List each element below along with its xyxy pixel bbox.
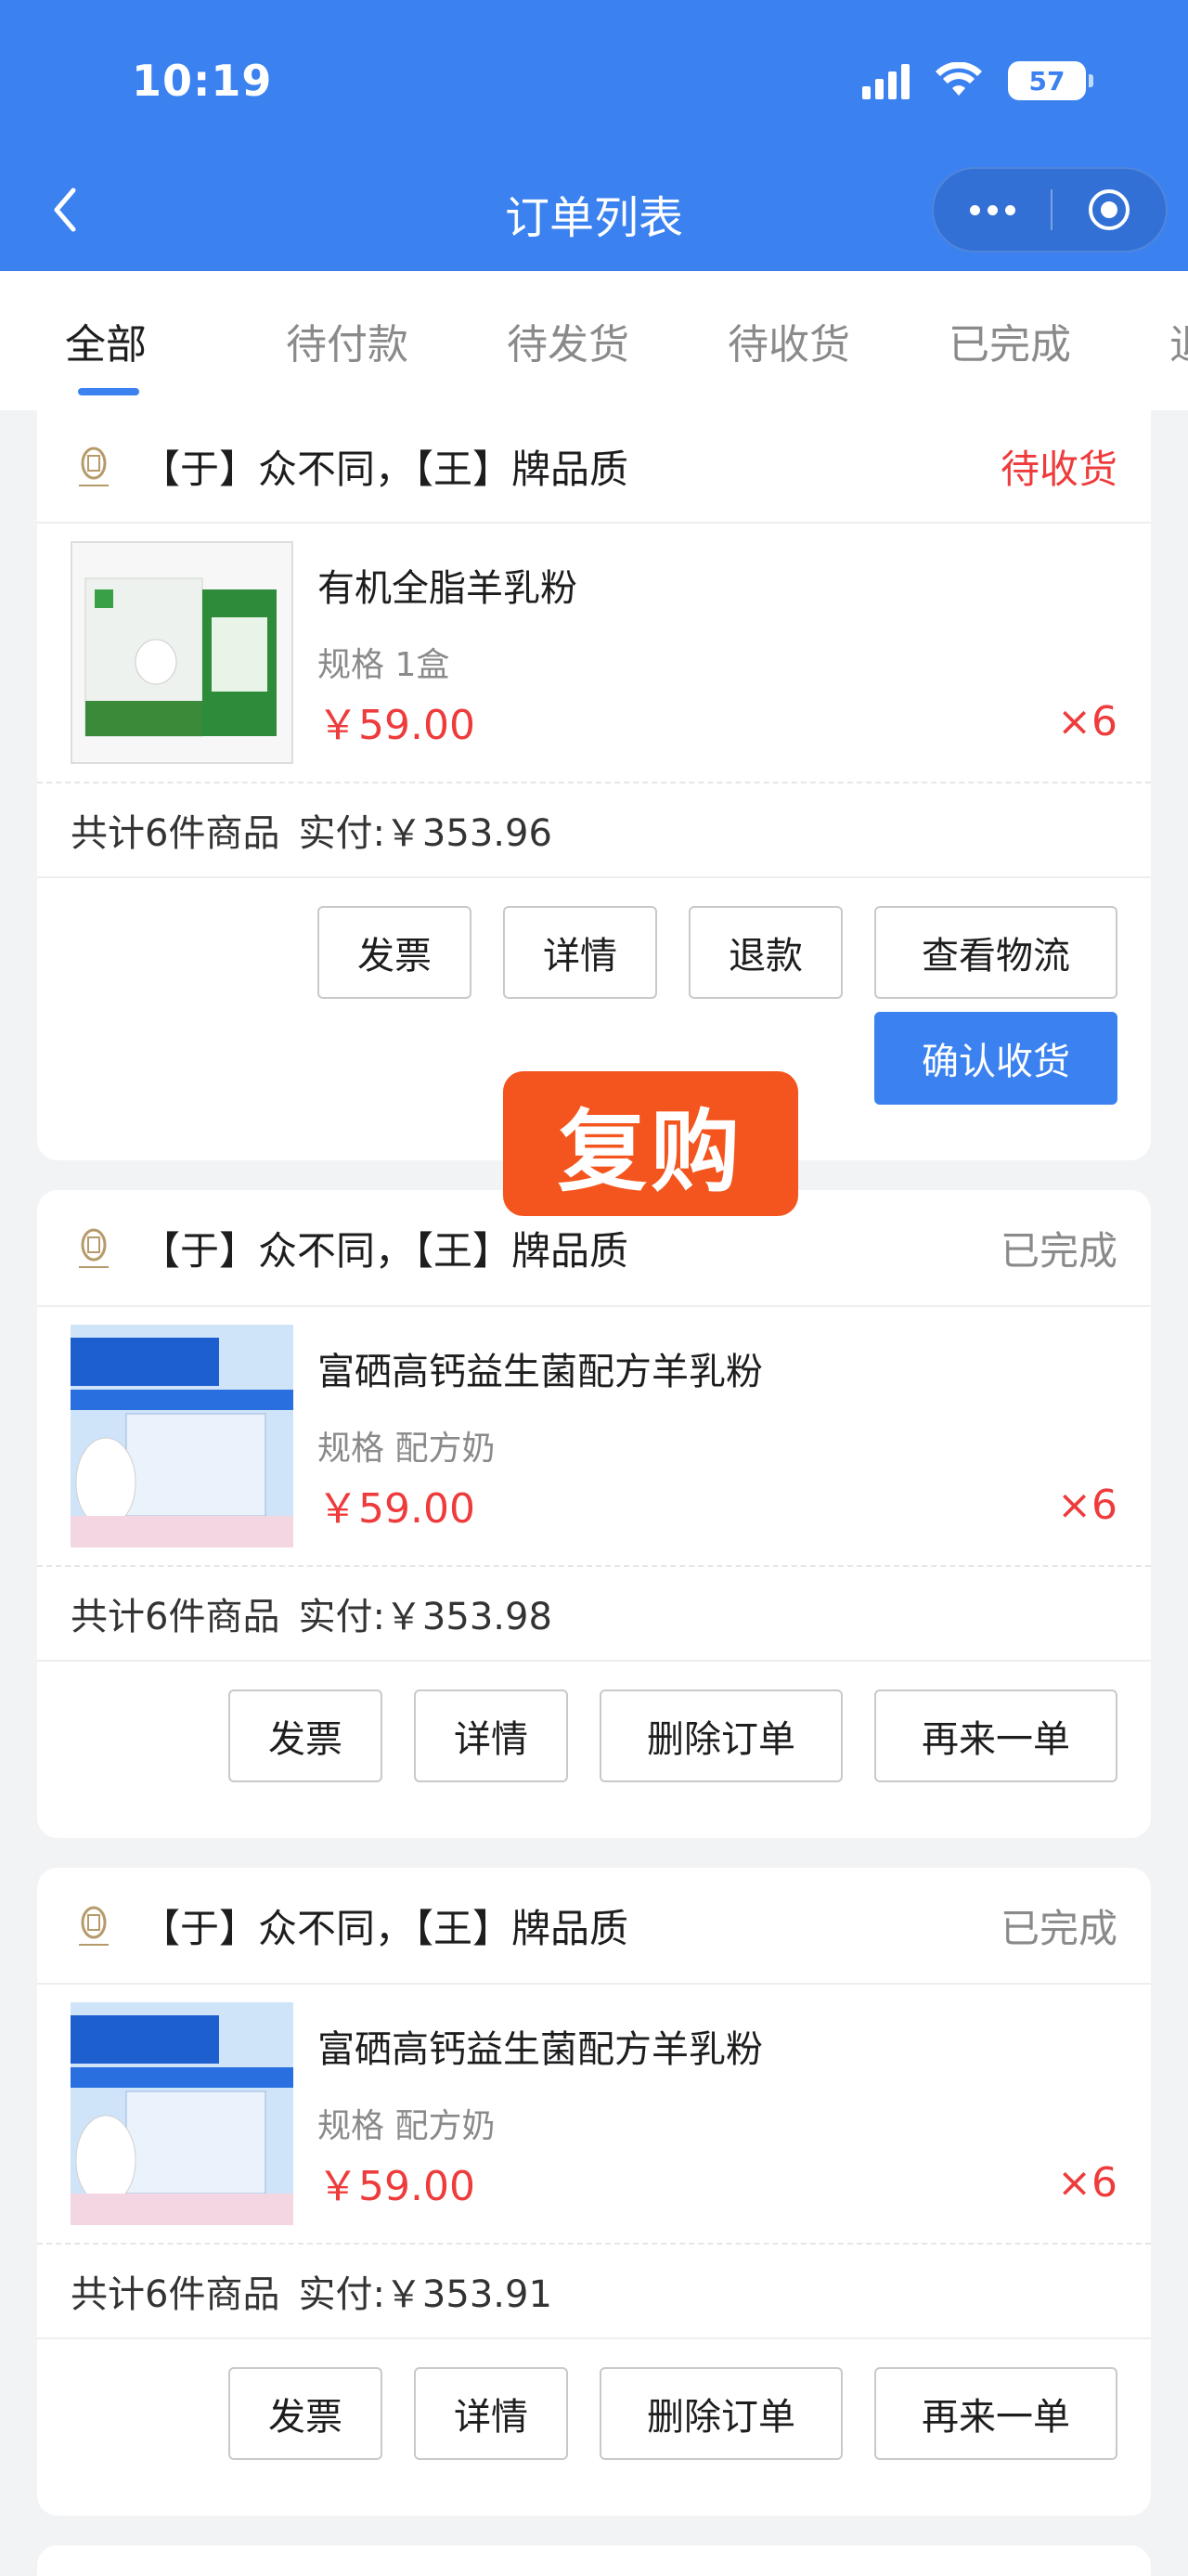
delete-order-button[interactable]: 删除订单 bbox=[600, 1689, 843, 1782]
order-status: 待收货 bbox=[1000, 446, 1117, 492]
product-spec: 规格 1盒 bbox=[317, 646, 450, 684]
battery-icon: 57 bbox=[1008, 61, 1093, 100]
details-button[interactable]: 详情 bbox=[414, 2367, 568, 2460]
product-price: ￥59.00 bbox=[317, 2163, 475, 2210]
order-actions: 发票 详情 退款 查看物流 bbox=[37, 878, 1151, 999]
status-time: 10:19 bbox=[132, 56, 273, 106]
product-name: 富硒高钙益生菌配方羊乳粉 bbox=[317, 1351, 763, 1393]
product-quantity: ×6 bbox=[1057, 2159, 1117, 2207]
view-logistics-button[interactable]: 查看物流 bbox=[874, 906, 1117, 999]
more-icon[interactable] bbox=[934, 204, 1051, 215]
product-image bbox=[71, 541, 293, 764]
order-summary: 共计6件商品 实付:￥353.98 bbox=[37, 1567, 1151, 1662]
signal-icon bbox=[862, 62, 910, 99]
tab-completed[interactable]: 已完成 bbox=[949, 271, 1169, 410]
reorder-button[interactable]: 再来一单 bbox=[874, 2367, 1117, 2460]
product-spec: 规格 配方奶 bbox=[317, 2107, 496, 2145]
details-button[interactable]: 详情 bbox=[503, 906, 657, 999]
product-price: ￥59.00 bbox=[317, 1485, 475, 1533]
tab-pending-payment[interactable]: 待付款 bbox=[286, 271, 507, 410]
product-name: 富硒高钙益生菌配方羊乳粉 bbox=[317, 2028, 763, 2071]
shop-name[interactable]: 【于】众不同，【王】牌品质 bbox=[141, 1897, 1001, 1954]
reorder-button[interactable]: 再来一单 bbox=[874, 1689, 1117, 1782]
product-row[interactable]: 有机全脂羊乳粉 规格 1盒 ￥59.00 ×6 bbox=[37, 524, 1151, 783]
details-button[interactable]: 详情 bbox=[414, 1689, 568, 1782]
paid-amount: 实付:￥353.91 bbox=[298, 2273, 552, 2316]
invoice-button[interactable]: 发票 bbox=[228, 2367, 382, 2460]
order-actions: 发票 详情 删除订单 再来一单 bbox=[37, 2339, 1151, 2460]
close-miniprogram-button[interactable] bbox=[1052, 188, 1166, 232]
paid-amount: 实付:￥353.98 bbox=[298, 1596, 552, 1638]
tab-pending-receipt[interactable]: 待收货 bbox=[728, 271, 949, 410]
product-quantity: ×6 bbox=[1057, 698, 1117, 745]
shop-name[interactable]: 【于】众不同，【王】牌品质 bbox=[141, 438, 1001, 495]
confirm-receipt-button[interactable]: 确认收货 bbox=[874, 1012, 1117, 1105]
product-quantity: ×6 bbox=[1057, 1482, 1117, 1529]
product-row[interactable]: 富硒高钙益生菌配方羊乳粉 规格 配方奶 ￥59.00 ×6 bbox=[37, 1307, 1151, 1567]
product-row[interactable]: 富硒高钙益生菌配方羊乳粉 规格 配方奶 ￥59.00 ×6 bbox=[37, 1985, 1151, 2245]
product-image bbox=[71, 2002, 293, 2225]
refund-button[interactable]: 退款 bbox=[689, 906, 843, 999]
order-card bbox=[37, 2545, 1151, 2576]
product-price: ￥59.00 bbox=[317, 702, 475, 749]
product-name: 有机全脂羊乳粉 bbox=[317, 567, 577, 610]
order-card: 【于】众不同，【王】牌品质 已完成 富硒高钙益生菌配方羊乳粉 规格 配方奶 ￥5… bbox=[37, 1868, 1151, 2516]
order-summary: 共计6件商品 实付:￥353.96 bbox=[37, 783, 1151, 878]
item-count: 共计6件商品 bbox=[71, 2273, 280, 2316]
item-count: 共计6件商品 bbox=[71, 1596, 280, 1638]
header-bar: 10:19 57 订单列表 bbox=[0, 0, 1188, 271]
shop-name[interactable]: 【于】众不同，【王】牌品质 bbox=[141, 1220, 1001, 1276]
order-summary: 共计6件商品 实付:￥353.91 bbox=[37, 2245, 1151, 2339]
tab-refund[interactable]: 退款 bbox=[1169, 271, 1188, 410]
order-card: 【于】众不同，【王】牌品质 已完成 富硒高钙益生菌配方羊乳粉 规格 配方奶 ￥5… bbox=[37, 1190, 1151, 1838]
miniprogram-capsule bbox=[932, 167, 1168, 252]
order-status: 已完成 bbox=[1000, 1905, 1117, 1951]
shop-logo-icon bbox=[71, 1902, 117, 1948]
order-tabs: 全部 待付款 待发货 待收货 已完成 退款 bbox=[0, 271, 1188, 410]
tab-all[interactable]: 全部 bbox=[65, 271, 286, 410]
invoice-button[interactable]: 发票 bbox=[228, 1689, 382, 1782]
status-icons: 57 bbox=[862, 58, 1093, 104]
product-spec: 规格 配方奶 bbox=[317, 1430, 496, 1468]
order-card-header: 【于】众不同，【王】牌品质 已完成 bbox=[37, 1868, 1151, 1985]
wifi-icon bbox=[936, 62, 982, 96]
shop-logo-icon bbox=[71, 1224, 117, 1271]
order-status: 已完成 bbox=[1000, 1227, 1117, 1274]
order-card: 【于】众不同，【王】牌品质 待收货 有机全脂羊乳粉 规格 1盒 ￥59.00 ×… bbox=[37, 410, 1151, 1160]
product-image bbox=[71, 1325, 293, 1547]
tab-pending-shipment[interactable]: 待发货 bbox=[507, 271, 728, 410]
order-card-header: 【于】众不同，【王】牌品质 待收货 bbox=[37, 410, 1151, 524]
paid-amount: 实付:￥353.96 bbox=[298, 812, 552, 855]
invoice-button[interactable]: 发票 bbox=[317, 906, 471, 999]
shop-logo-icon bbox=[71, 443, 117, 489]
item-count: 共计6件商品 bbox=[71, 812, 280, 855]
repurchase-label: 复购 bbox=[503, 1071, 798, 1216]
order-actions: 发票 详情 删除订单 再来一单 bbox=[37, 1662, 1151, 1782]
target-icon bbox=[1089, 189, 1130, 230]
delete-order-button[interactable]: 删除订单 bbox=[600, 2367, 843, 2460]
